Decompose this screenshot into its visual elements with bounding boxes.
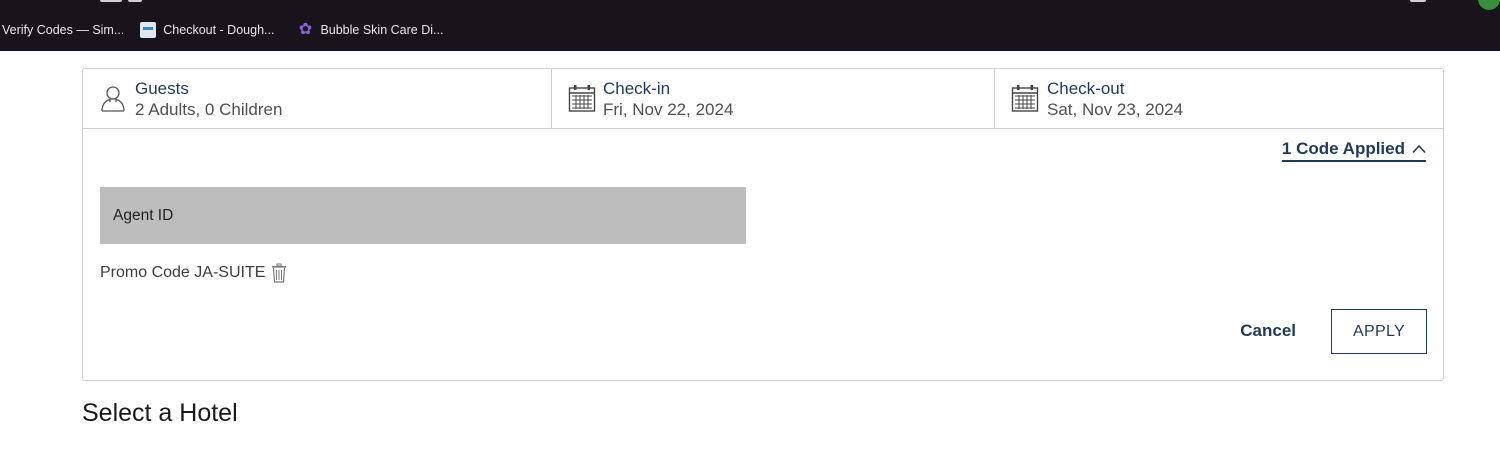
checkin-label: Check-in <box>603 79 671 98</box>
trash-icon[interactable] <box>271 263 287 283</box>
checkout-label: Check-out <box>1047 79 1125 98</box>
calendar-icon <box>1011 85 1039 112</box>
bookmark-label: Verify Codes — Sim... <box>2 23 125 37</box>
guests-field[interactable]: Guests 2 Adults, 0 Children <box>83 69 551 128</box>
checkin-field[interactable]: Check-in Fri, Nov 22, 2024 <box>551 69 994 128</box>
guests-label: Guests <box>135 79 189 98</box>
checkout-field[interactable]: Check-out Sat, Nov 23, 2024 <box>994 69 1443 128</box>
apply-button[interactable]: APPLY <box>1331 309 1427 354</box>
profile-avatar[interactable] <box>1478 0 1500 10</box>
codes-applied-toggle[interactable]: 1 Code Applied <box>1281 139 1426 162</box>
checkin-value: Fri, Nov 22, 2024 <box>603 100 734 119</box>
bookmark-checkout[interactable]: Checkout - Dough... <box>140 18 274 42</box>
toolbar-tab-icon[interactable] <box>128 0 142 2</box>
bookmark-verify-codes[interactable]: Verify Codes — Sim... <box>2 18 124 42</box>
promo-code-row: Promo Code JA-SUITE <box>100 263 287 283</box>
person-icon <box>101 86 125 112</box>
browser-chrome: Verify Codes — Sim... Checkout - Dough..… <box>0 0 1500 51</box>
doc-favicon-icon <box>140 22 157 38</box>
cancel-button[interactable]: Cancel <box>1240 321 1296 341</box>
checkout-value: Sat, Nov 23, 2024 <box>1047 100 1184 119</box>
booking-widget: Guests 2 Adults, 0 Children Check-in Fri… <box>82 68 1444 381</box>
calendar-icon <box>568 85 596 112</box>
codes-applied-label: 1 Code Applied <box>1281 139 1405 158</box>
bookmark-label: Bubble Skin Care Di... <box>320 23 444 37</box>
agent-id-input[interactable] <box>100 187 746 244</box>
bookmarks-bar: Verify Codes — Sim... Checkout - Dough..… <box>0 18 443 42</box>
booking-fields-row: Guests 2 Adults, 0 Children Check-in Fri… <box>83 69 1443 129</box>
toolbar-tab-icon[interactable] <box>100 0 122 2</box>
chevron-up-icon <box>1412 144 1426 154</box>
flower-favicon-icon: ✿ <box>298 21 313 38</box>
toolbar-extension-icon[interactable] <box>1410 0 1426 2</box>
promo-code-text: Promo Code JA-SUITE <box>100 264 266 281</box>
bookmark-bubble-skin-care[interactable]: ✿ Bubble Skin Care Di... <box>297 18 444 42</box>
select-hotel-heading: Select a Hotel <box>82 399 238 427</box>
browser-toolbar-edge <box>0 0 1500 10</box>
guests-value: 2 Adults, 0 Children <box>135 100 283 119</box>
bookmark-label: Checkout - Dough... <box>163 23 275 37</box>
